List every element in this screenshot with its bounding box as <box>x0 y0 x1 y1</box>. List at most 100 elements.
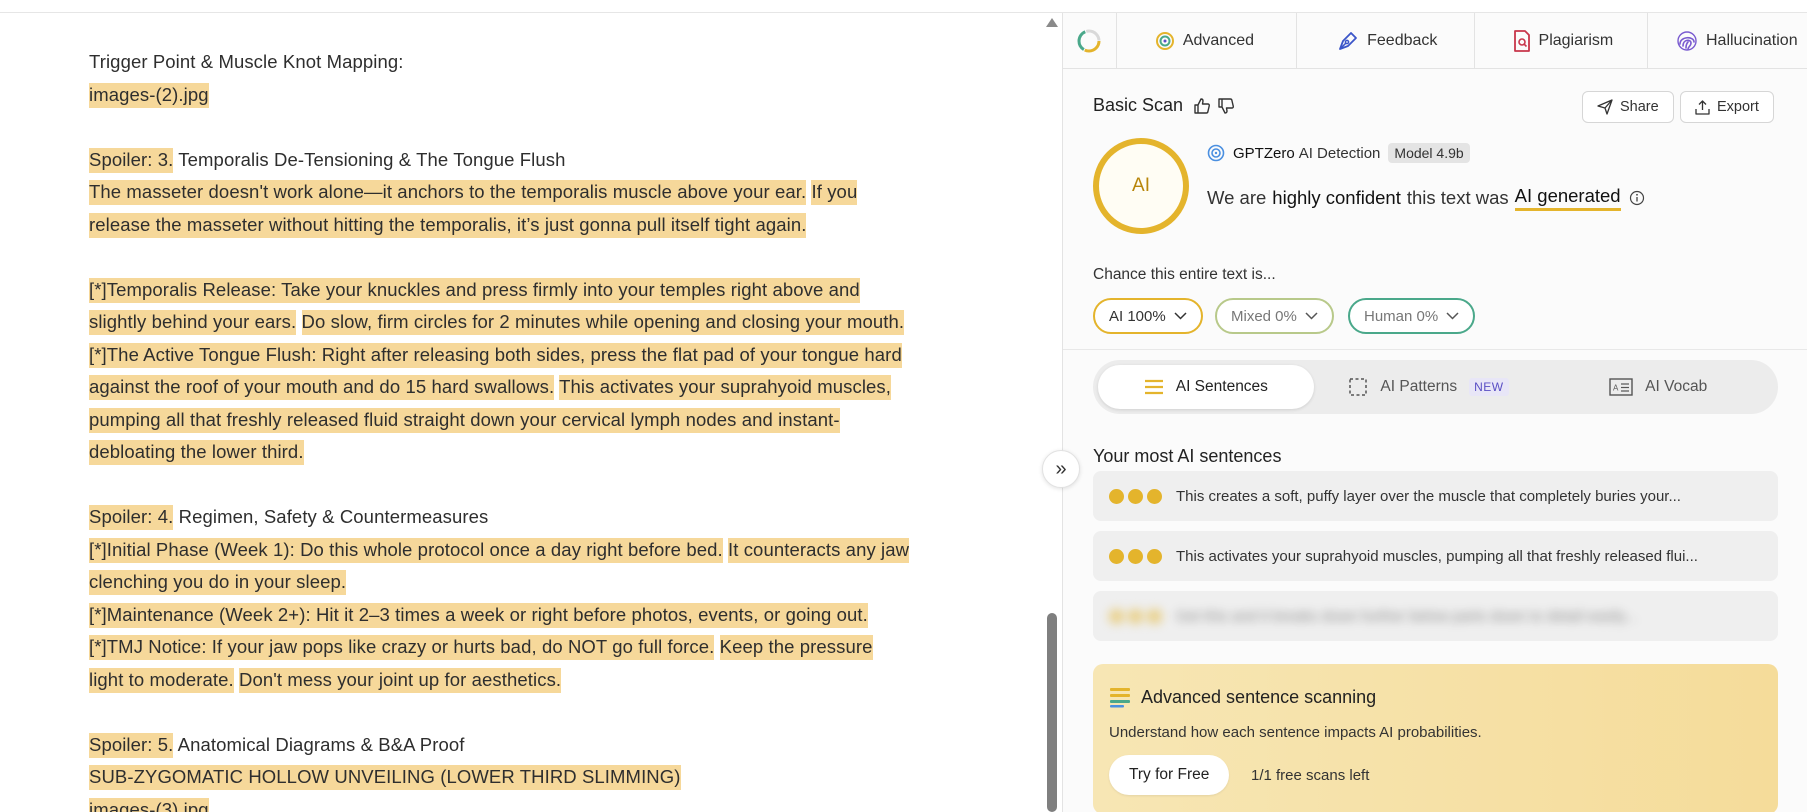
highlighted-ai-text: SUB-ZYGOMATIC HOLLOW UNVEILING (LOWER TH… <box>89 765 681 790</box>
document-line[interactable]: images-(3).jpg <box>89 794 959 812</box>
document-line[interactable]: [*]Temporalis Release: Take your knuckle… <box>89 274 959 307</box>
advanced-scan-icon <box>1155 32 1174 50</box>
document-line[interactable]: The masseter doesn't work alone—it ancho… <box>89 176 959 209</box>
upload-icon <box>1695 99 1710 115</box>
document-line[interactable]: release the masseter without hitting the… <box>89 209 959 242</box>
document-line[interactable]: Spoiler: 5. Anatomical Diagrams & B&A Pr… <box>89 729 959 762</box>
gptzero-logo[interactable] <box>1063 13 1117 69</box>
highlighted-ai-text: Spoiler: 3. <box>89 147 174 173</box>
highlighted-ai-text: Spoiler: 5. <box>89 732 174 758</box>
confidence-prefix: We are <box>1207 187 1267 208</box>
detector-info: GPTZero AI Detection Model 4.9b <box>1207 143 1470 163</box>
ai-sentence-item[interactable]: This activates your suprahyoid muscles, … <box>1093 531 1778 581</box>
plain-text <box>714 636 719 657</box>
logo-ring-icon <box>1077 29 1101 53</box>
ai-probability-label: AI 100% <box>1109 307 1166 325</box>
thumbs-up-icon[interactable] <box>1193 97 1211 115</box>
highlighted-ai-text: Don't mess your joint up for aesthetics. <box>239 667 562 693</box>
document-pane[interactable]: Trigger Point & Muscle Knot Mapping: imag… <box>0 13 1043 812</box>
confidence-result: AI generated <box>1514 185 1621 211</box>
document-line[interactable]: slightly behind your ears. Do slow, firm… <box>89 306 959 339</box>
tab-feedback[interactable]: Feedback <box>1297 13 1475 69</box>
model-badge: Model 4.9b <box>1388 143 1470 163</box>
try-for-free-button[interactable]: Try for Free <box>1109 755 1230 795</box>
tab-feedback-label: Feedback <box>1367 32 1438 49</box>
info-icon[interactable] <box>1629 190 1645 206</box>
tab-plagiarism-label: Plagiarism <box>1538 32 1614 49</box>
dashed-square-icon <box>1349 378 1368 396</box>
document-line[interactable]: Spoiler: 3. Temporalis De-Tensioning & T… <box>89 144 959 177</box>
stacked-lines-icon <box>1110 688 1130 708</box>
top-strip <box>0 0 1807 13</box>
human-probability-dropdown[interactable]: Human 0% <box>1348 298 1476 334</box>
highlighted-ai-text: against the roof of your mouth and do 15… <box>89 375 555 400</box>
document-line[interactable]: light to moderate. Don't mess your joint… <box>89 664 959 697</box>
most-ai-sentences-title: Your most AI sentences <box>1093 446 1282 466</box>
document-line[interactable]: Spoiler: 4. Regimen, Safety & Countermea… <box>89 501 959 534</box>
highlighted-ai-text: [*]The Active Tongue Flush: Right after … <box>89 342 902 368</box>
tab-advanced[interactable]: Advanced <box>1117 13 1298 69</box>
plain-text: Temporalis De-Tensioning & The Tongue Fl… <box>173 148 566 170</box>
highlighted-ai-text: debloating the lower third. <box>89 440 304 465</box>
pen-nib-icon <box>1339 32 1358 50</box>
document-line[interactable]: pumping all that freshly released fluid … <box>89 404 959 437</box>
tab-plagiarism[interactable]: Plagiarism <box>1475 13 1648 69</box>
highlighted-ai-text: light to moderate. <box>89 667 234 693</box>
segment-ai-patterns[interactable]: AI Patterns NEW <box>1314 365 1544 409</box>
highlighted-ai-text: Spoiler: 4. <box>89 505 174 530</box>
share-button[interactable]: Share <box>1582 91 1674 123</box>
document-line[interactable]: SUB-ZYGOMATIC HOLLOW UNVEILING (LOWER TH… <box>89 761 959 794</box>
document-line[interactable]: [*]The Active Tongue Flush: Right after … <box>89 339 959 372</box>
section-divider <box>1063 349 1807 350</box>
document-scrollbar[interactable] <box>1043 13 1061 812</box>
segment-ai-sentences[interactable]: AI Sentences <box>1098 365 1314 409</box>
highlighted-ai-text: release the masseter without hitting the… <box>89 212 807 238</box>
detector-name: GPTZero <box>1233 144 1295 162</box>
plain-text <box>296 311 301 332</box>
vocab-card-icon: A <box>1609 378 1633 396</box>
highlighted-ai-text: Do slow, firm circles for 2 minutes whil… <box>301 310 905 335</box>
scan-title: Basic Scan <box>1093 95 1184 115</box>
probability-dots <box>1109 548 1162 564</box>
human-probability-label: Human 0% <box>1364 307 1439 325</box>
thumbs-down-icon[interactable] <box>1217 97 1235 115</box>
top-tabs: Advanced Feedback Plagiarism Hallucinati… <box>1063 13 1807 69</box>
chevron-down-icon <box>1446 312 1459 320</box>
highlighted-ai-text: The masseter doesn't work alone—it ancho… <box>89 180 807 205</box>
scroll-thumb[interactable] <box>1047 613 1057 812</box>
highlighted-ai-text: images-(2).jpg <box>89 82 209 108</box>
ai-sentence-text: This creates a soft, puffy layer over th… <box>1176 487 1681 505</box>
document-line[interactable]: images-(2).jpg <box>89 79 959 112</box>
ai-sentence-item-locked: Get this and it breaks down further belo… <box>1093 591 1778 641</box>
chevron-down-icon <box>1305 312 1318 320</box>
highlighted-ai-text: This activates your suprahyoid muscles, <box>559 375 892 400</box>
mixed-probability-dropdown[interactable]: Mixed 0% <box>1215 298 1334 334</box>
tab-hallucination-label: Hallucination <box>1705 32 1798 49</box>
ai-probability-dropdown[interactable]: AI 100% <box>1093 298 1203 334</box>
plain-text: Trigger Point & Muscle Knot Mapping: <box>89 51 404 72</box>
export-button[interactable]: Export <box>1680 91 1774 123</box>
document-line[interactable]: [*]Maintenance (Week 2+): Hit it 2–3 tim… <box>89 599 959 632</box>
new-badge: NEW <box>1469 378 1509 396</box>
segment-ai-patterns-label: AI Patterns <box>1380 378 1458 395</box>
ai-sentence-text: This activates your suprahyoid muscles, … <box>1176 547 1698 565</box>
ai-sentence-item[interactable]: This creates a soft, puffy layer over th… <box>1093 471 1778 521</box>
document-line[interactable]: against the roof of your mouth and do 15… <box>89 371 959 404</box>
document-line[interactable]: Trigger Point & Muscle Knot Mapping: <box>89 46 959 79</box>
scroll-up-arrow-icon[interactable] <box>1046 18 1058 27</box>
document-line[interactable]: debloating the lower third. <box>89 436 959 469</box>
segment-ai-vocab[interactable]: A AI Vocab <box>1543 365 1773 409</box>
document-line[interactable]: [*]TMJ Notice: If your jaw pops like cra… <box>89 631 959 664</box>
upsell-title: Advanced sentence scanning <box>1141 686 1377 707</box>
document-text[interactable]: Trigger Point & Muscle Knot Mapping: imag… <box>89 46 959 812</box>
highlighted-ai-text: [*]Maintenance (Week 2+): Hit it 2–3 tim… <box>89 602 868 628</box>
document-line[interactable]: clenching you do in your sleep. <box>89 566 959 599</box>
double-chevron-right-icon: » <box>1055 457 1067 480</box>
document-line[interactable]: [*]Initial Phase (Week 1): Do this whole… <box>89 534 959 567</box>
collapse-panel-button[interactable]: » <box>1042 450 1080 488</box>
tab-hallucination[interactable]: Hallucination <box>1648 13 1807 69</box>
free-scans-left: 1/1 free scans left <box>1251 767 1370 784</box>
